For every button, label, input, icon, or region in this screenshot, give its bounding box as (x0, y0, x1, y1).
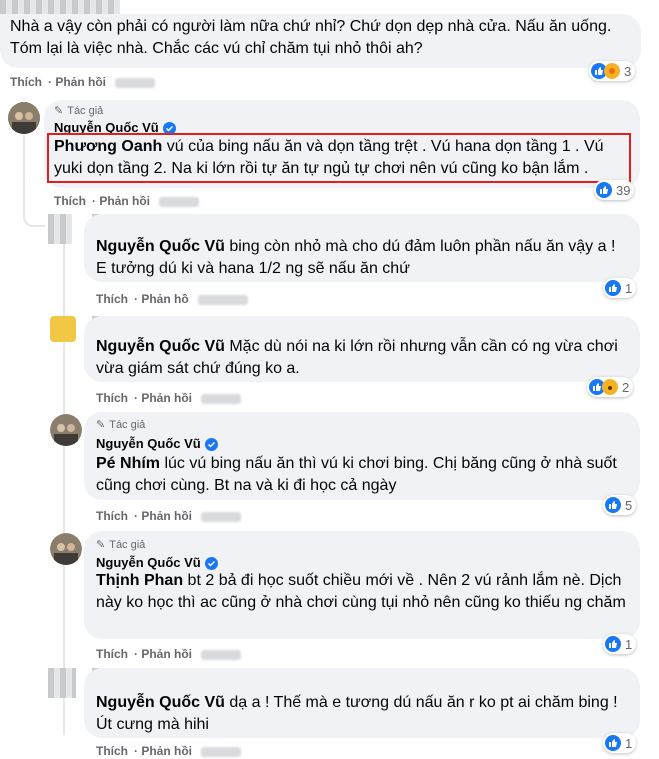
pencil-icon: ✎ (96, 419, 106, 431)
mention-link[interactable]: Nguyễn Quốc Vũ (96, 694, 225, 711)
like-icon (605, 497, 621, 513)
reaction-summary[interactable]: 39 (594, 180, 635, 200)
like-button[interactable]: Thích (54, 194, 86, 208)
blurred-name (0, 0, 120, 14)
comment-actions: Thích · Phản hồi (96, 744, 242, 758)
thread-connector (23, 190, 45, 227)
reply-button[interactable]: Phản hồ (141, 292, 188, 306)
mention-link[interactable]: Nguyễn Quốc Vũ (96, 338, 225, 355)
reaction-count: 5 (625, 497, 633, 513)
reaction-summary[interactable]: 1 (603, 634, 637, 654)
author-badge: ✎ Tác giả (96, 538, 146, 552)
comment-author[interactable]: Nguyễn Quốc Vũ (96, 555, 218, 571)
author-badge: ✎ Tác giả (54, 104, 104, 118)
highlighted-comment-text: Phương Oanh vú của bing nấu ăn và dọn tầ… (47, 133, 631, 183)
author-badge: ✎ Tác giả (96, 418, 146, 432)
like-button[interactable]: Thích (96, 647, 128, 661)
like-button[interactable]: Thích (96, 391, 128, 405)
reply-button[interactable]: Phản hồi (141, 391, 192, 405)
comment-actions: Thích · Phản hồ (96, 292, 249, 306)
comment-actions: Thích · Phản hồi (96, 647, 242, 661)
blurred-timestamp (198, 294, 249, 305)
thread-line (23, 135, 25, 195)
blurred-timestamp (201, 511, 242, 522)
blurred-timestamp (201, 649, 242, 660)
avatar[interactable] (50, 533, 82, 565)
mention-link[interactable]: Nguyễn Quốc Vũ (96, 238, 225, 255)
avatar[interactable] (48, 214, 72, 244)
mention-link[interactable]: Thịnh Phan (96, 572, 183, 589)
reaction-count: 1 (625, 636, 633, 652)
comment-bubble: Nguyễn Quốc Vũ dạ a ! Thế mà e tương dú … (84, 668, 640, 738)
reaction-summary[interactable]: 5 (603, 495, 637, 515)
like-icon (605, 636, 621, 652)
avatar[interactable] (48, 668, 76, 698)
blurred-timestamp (159, 196, 200, 207)
comment-bubble: Nguyễn Quốc Vũ Mặc dù nói na ki lớn rồi … (84, 316, 640, 382)
comment-text: lúc vú bing nấu ăn thì vú ki chơi bing. … (96, 455, 617, 494)
avatar[interactable] (50, 316, 76, 342)
like-button[interactable]: Thích (96, 509, 128, 523)
comment-body: Thịnh Phan bt 2 bả đi học suốt chiều mới… (96, 570, 632, 614)
reply-button[interactable]: Phản hồi (99, 194, 150, 208)
avatar[interactable] (50, 414, 82, 446)
reaction-count: 3 (624, 63, 632, 79)
avatar[interactable] (8, 102, 40, 134)
blurred-timestamp (115, 77, 156, 88)
comment-author[interactable]: Nguyễn Quốc Vũ (96, 436, 218, 452)
reply-button[interactable]: Phản hồi (141, 744, 192, 758)
pencil-icon: ✎ (96, 539, 106, 551)
reaction-count: 1 (625, 735, 633, 751)
reaction-summary[interactable]: 3 (589, 61, 636, 81)
like-icon (605, 735, 621, 751)
pencil-icon: ✎ (54, 105, 64, 117)
author-tag-label: Tác giả (67, 104, 104, 117)
reaction-count: 1 (625, 280, 633, 296)
verified-icon (204, 557, 218, 571)
verified-icon (204, 438, 218, 452)
thread-line (63, 215, 65, 735)
comment-actions: Thích · Phản hồi (96, 391, 242, 405)
blurred-timestamp (201, 746, 242, 757)
author-name[interactable]: Nguyễn Quốc Vũ (96, 555, 201, 570)
reply-button[interactable]: Phản hồi (55, 75, 106, 89)
comment-body: Pé Nhím lúc vú bing nấu ăn thì vú ki chơ… (96, 453, 632, 497)
like-button[interactable]: Thích (10, 75, 42, 89)
comment-bubble: Nguyễn Quốc Vũ bing còn nhỏ mà cho dú đả… (84, 214, 640, 282)
reaction-summary[interactable]: 1 (603, 733, 637, 753)
like-icon (605, 280, 621, 296)
comment-actions: Thích · Phản hồi (96, 509, 242, 523)
comment-actions: Thích · Phản hồi (54, 194, 200, 208)
comment-bubble: Nhà a vậy còn phải có người làm nữa chứ … (0, 14, 641, 68)
author-tag-label: Tác giả (109, 538, 146, 551)
like-button[interactable]: Thích (96, 292, 128, 306)
reaction-summary[interactable]: 2 (587, 377, 634, 397)
care-icon (604, 63, 620, 79)
reply-button[interactable]: Phản hồi (141, 647, 192, 661)
author-tag-label: Tác giả (109, 418, 146, 431)
wow-icon (602, 379, 618, 395)
blurred-timestamp (201, 393, 242, 404)
mention-link[interactable]: Pé Nhím (96, 455, 160, 472)
reaction-count: 2 (622, 379, 630, 395)
reaction-summary[interactable]: 1 (603, 278, 637, 298)
like-icon (596, 182, 612, 198)
comment-text: Nhà a vậy còn phải có người làm nữa chứ … (10, 18, 612, 57)
reaction-count: 39 (616, 182, 631, 198)
reply-button[interactable]: Phản hồi (141, 509, 192, 523)
mention-link[interactable]: Phương Oanh (54, 138, 162, 155)
author-name[interactable]: Nguyễn Quốc Vũ (96, 436, 201, 451)
like-button[interactable]: Thích (96, 744, 128, 758)
comment-actions: Thích · Phản hồi (10, 75, 156, 89)
